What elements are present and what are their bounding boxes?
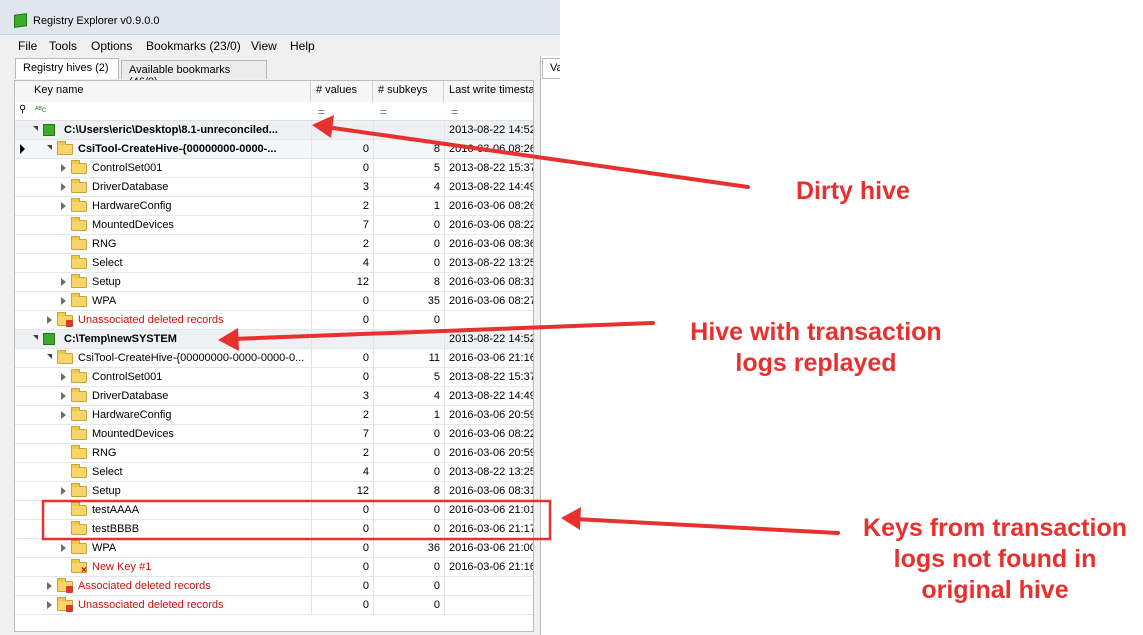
arrowhead-new-keys [561, 507, 581, 530]
arrowhead-dirty-hive [312, 115, 334, 138]
callout-new-keys: Keys from transaction logs not found in … [850, 513, 1140, 606]
arrow-replayed-hive [230, 321, 655, 341]
callout-keys-line-3: original hive [921, 576, 1069, 604]
callout-replayed-line-2: logs replayed [735, 349, 897, 377]
callout-replayed-hive: Hive with transaction logs replayed [676, 317, 956, 379]
callout-dirty-hive: Dirty hive [796, 177, 910, 205]
callout-keys-line-1: Keys from transaction [863, 514, 1127, 542]
arrow-dirty-hive [324, 125, 750, 189]
arrowhead-replayed-hive [218, 328, 239, 351]
callout-keys-line-2: logs not found in [893, 545, 1097, 573]
highlight-box-new-keys [41, 499, 552, 541]
callout-replayed-line-1: Hive with transaction [690, 318, 942, 346]
arrow-new-keys [573, 517, 840, 535]
